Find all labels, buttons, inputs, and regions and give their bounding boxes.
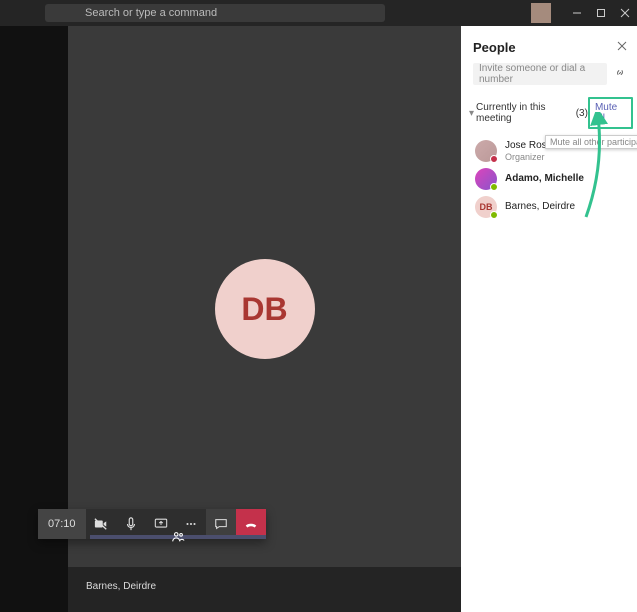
- copy-link-button[interactable]: [613, 66, 627, 83]
- presence-indicator: [490, 211, 498, 219]
- mute-all-tooltip: Mute all other participants: [545, 135, 637, 149]
- search-input[interactable]: Search or type a command: [45, 4, 385, 22]
- participant-name: Adamo, Michelle: [505, 173, 584, 185]
- participant-name: Barnes, Deirdre: [505, 201, 575, 213]
- title-bar-right: [531, 0, 637, 26]
- chat-icon: [214, 517, 228, 531]
- close-icon: [617, 41, 627, 51]
- share-icon: [154, 517, 168, 531]
- microphone-icon: [124, 517, 138, 531]
- people-panel: People Invite someone or dial a number ▾…: [461, 26, 637, 612]
- people-header: People: [461, 26, 637, 63]
- invite-placeholder: Invite someone or dial a number: [479, 63, 601, 85]
- people-icon: [171, 530, 185, 544]
- stage-bottom-bar: Barnes, Deirdre: [68, 567, 461, 612]
- maximize-button[interactable]: [589, 0, 613, 26]
- participant-list: Jose RosarioOrganizerMute all other part…: [461, 133, 637, 221]
- participant-info: Barnes, Deirdre: [505, 201, 575, 213]
- participant-avatar: DB: [475, 196, 497, 218]
- user-tile[interactable]: [531, 3, 551, 23]
- meeting-toolbar: 07:10: [38, 509, 266, 539]
- minimize-button[interactable]: [565, 0, 589, 26]
- chevron-down-icon: ▾: [469, 108, 474, 119]
- search-placeholder: Search or type a command: [85, 7, 217, 19]
- people-title: People: [473, 40, 516, 55]
- participant-row[interactable]: Adamo, Michelle: [475, 165, 631, 193]
- close-window-button[interactable]: [613, 0, 637, 26]
- people-close-button[interactable]: [617, 41, 627, 54]
- participant-row[interactable]: Jose RosarioOrganizerMute all other part…: [475, 137, 631, 165]
- people-button[interactable]: [90, 535, 266, 539]
- participant-row[interactable]: DB Barnes, Deirdre: [475, 193, 631, 221]
- invite-input[interactable]: Invite someone or dial a number: [473, 63, 607, 85]
- section-count: (3): [576, 108, 588, 119]
- participant-info: Adamo, Michelle: [505, 173, 584, 185]
- mute-all-button[interactable]: Mute all: [588, 97, 633, 129]
- section-current[interactable]: ▾ Currently in this meeting (3) Mute all: [461, 93, 637, 133]
- participant-role: Organizer: [505, 152, 563, 162]
- camera-off-icon: [94, 517, 108, 531]
- meeting-timer: 07:10: [38, 509, 86, 539]
- more-icon: [184, 517, 198, 531]
- title-bar: Search or type a command: [0, 0, 637, 26]
- stage-avatar-initials: DB: [241, 291, 287, 328]
- hangup-icon: [244, 517, 258, 531]
- participant-avatar: [475, 168, 497, 190]
- presence-indicator: [490, 155, 498, 163]
- participant-avatar: [475, 140, 497, 162]
- section-label: Currently in this meeting: [476, 102, 572, 124]
- link-icon: [613, 66, 627, 80]
- stage-avatar: DB: [215, 259, 315, 359]
- presence-indicator: [490, 183, 498, 191]
- invite-row: Invite someone or dial a number: [461, 63, 637, 93]
- stage-participant-name: Barnes, Deirdre: [86, 581, 156, 592]
